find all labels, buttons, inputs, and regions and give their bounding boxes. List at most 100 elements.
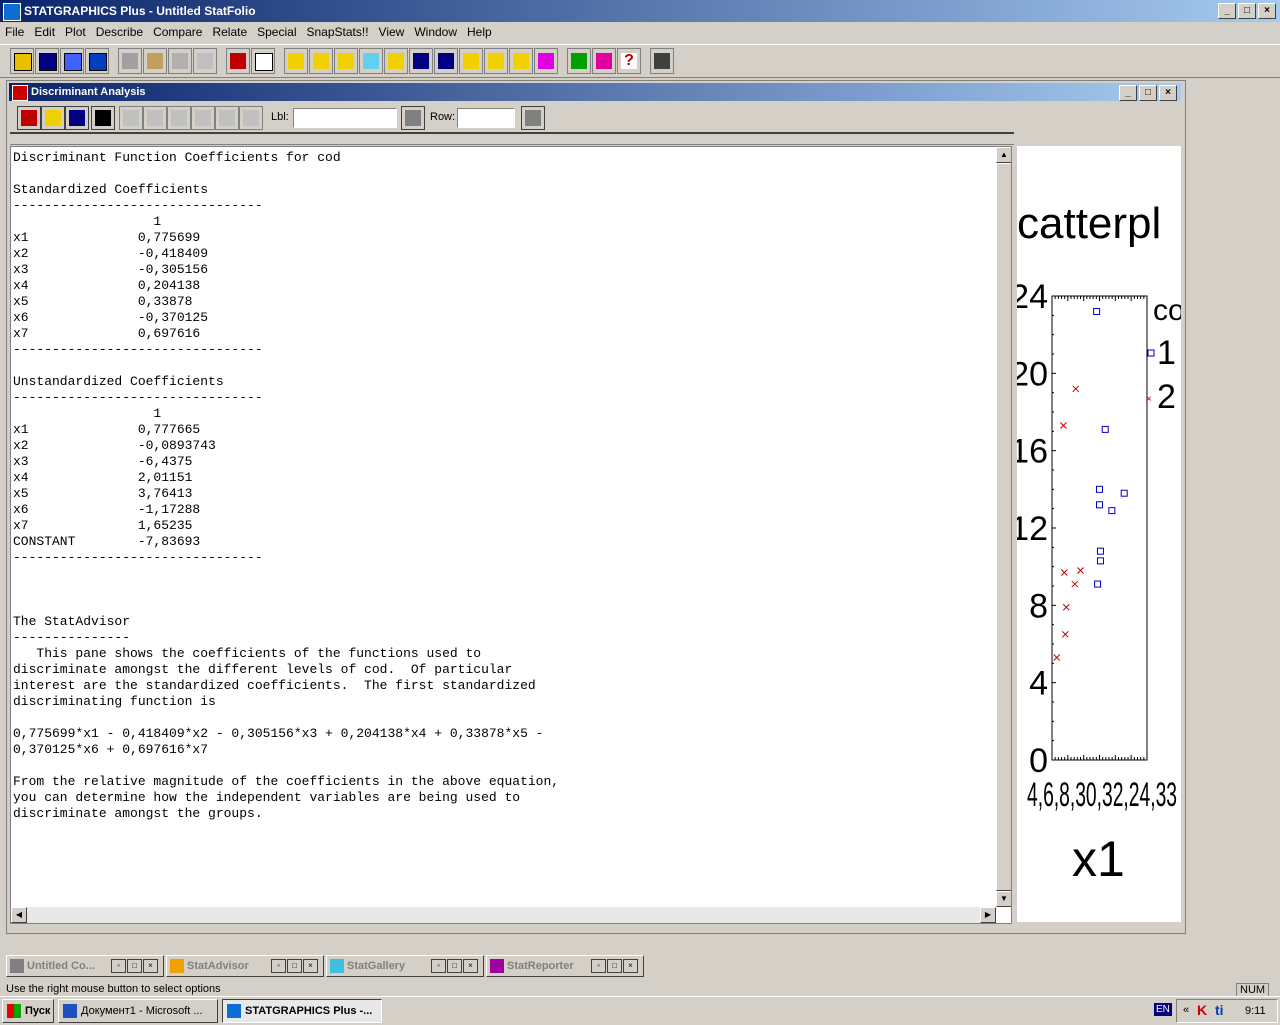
menu-file[interactable]: File: [0, 22, 29, 42]
close-icon[interactable]: ×: [303, 959, 318, 973]
menu-snapstats[interactable]: SnapStats!!: [301, 22, 373, 42]
xplot-button[interactable]: [359, 48, 383, 74]
identify-button[interactable]: [215, 106, 239, 130]
pane-splitter[interactable]: [10, 132, 1014, 145]
horizontal-scrollbar[interactable]: ◀ ▶: [11, 907, 996, 923]
child-minimize-button[interactable]: _: [1119, 85, 1137, 101]
maximize-icon[interactable]: □: [287, 959, 302, 973]
save-data-button[interactable]: [85, 48, 109, 74]
restore-icon[interactable]: ▫: [111, 959, 126, 973]
app-title: STATGRAPHICS Plus - Untitled StatFolio: [24, 4, 256, 18]
output-line: x1 0,775699: [13, 230, 201, 245]
graph-pane[interactable]: catterpl 0 4 8 12 16 20 24 co 1 × 2 4,6,8,30,3…: [1017, 146, 1181, 922]
draw-line-button[interactable]: [239, 106, 263, 130]
matrix-plot-button[interactable]: [384, 48, 408, 74]
glm-button[interactable]: [534, 48, 558, 74]
mdi-statadvisor[interactable]: StatAdvisor ▫ □ ×: [166, 955, 324, 977]
open-button[interactable]: [10, 48, 34, 74]
mdi-untitled-comments[interactable]: Untitled Co... ▫ □ ×: [6, 955, 164, 977]
mdi-statgallery[interactable]: StatGallery ▫ □ ×: [326, 955, 484, 977]
y-tick-label: 24: [1017, 278, 1048, 316]
input-dialog-button[interactable]: [17, 106, 41, 130]
scroll-up-arrow-icon[interactable]: ▲: [996, 147, 1011, 163]
task-word-document[interactable]: Документ1 - Microsoft ...: [58, 999, 218, 1023]
restore-icon[interactable]: ▫: [431, 959, 446, 973]
output-line: discriminating function is: [13, 694, 216, 709]
mdi-statreporter[interactable]: StatReporter ▫ □ ×: [486, 955, 644, 977]
row-search-button[interactable]: [521, 106, 545, 130]
paste-button[interactable]: [168, 48, 192, 74]
data-point-group1: [1096, 547, 1104, 555]
barchart-button[interactable]: [334, 48, 358, 74]
menu-describe[interactable]: Describe: [91, 22, 148, 42]
print-preview-button[interactable]: [251, 48, 275, 74]
child-maximize-button[interactable]: □: [1139, 85, 1157, 101]
menu-special[interactable]: Special: [252, 22, 301, 42]
exclude-button[interactable]: [167, 106, 191, 130]
close-button[interactable]: ×: [1258, 3, 1276, 19]
menu-plot[interactable]: Plot: [60, 22, 91, 42]
timeseries-button[interactable]: [409, 48, 433, 74]
scroll-left-arrow-icon[interactable]: ◀: [11, 907, 27, 923]
menu-compare[interactable]: Compare: [148, 22, 207, 42]
menu-help[interactable]: Help: [462, 22, 497, 42]
kaspersky-icon[interactable]: K: [1197, 1002, 1209, 1018]
menu-view[interactable]: View: [374, 22, 410, 42]
label-input[interactable]: [293, 108, 397, 128]
tabular-options-button[interactable]: [41, 106, 65, 130]
scroll-down-arrow-icon[interactable]: ▼: [996, 891, 1011, 907]
data-point-group1: [1096, 557, 1104, 565]
mdi-controls: ▫ □ ×: [111, 959, 158, 973]
menu-relate[interactable]: Relate: [207, 22, 252, 42]
minimize-button[interactable]: _: [1218, 3, 1236, 19]
vertical-scrollbar[interactable]: ▲ ▼: [996, 147, 1011, 907]
restore-icon[interactable]: ▫: [271, 959, 286, 973]
output-text-pane[interactable]: Discriminant Function Coefficients for c…: [10, 146, 1012, 924]
print-button[interactable]: [226, 48, 250, 74]
start-button[interactable]: Пуск: [2, 999, 54, 1023]
regression-button[interactable]: [459, 48, 483, 74]
maximize-icon[interactable]: □: [127, 959, 142, 973]
analysis-window-icon[interactable]: [12, 85, 28, 101]
label-search-button[interactable]: [401, 106, 425, 130]
menu-edit[interactable]: Edit: [29, 22, 60, 42]
scroll-right-arrow-icon[interactable]: ▶: [980, 907, 996, 923]
save-button[interactable]: [35, 48, 59, 74]
datasheet-button[interactable]: [60, 48, 84, 74]
boxplot-button[interactable]: [309, 48, 333, 74]
brush-button[interactable]: [143, 106, 167, 130]
vertical-scroll-thumb[interactable]: [996, 163, 1011, 891]
cut-button[interactable]: [118, 48, 142, 74]
sphere-button[interactable]: [484, 48, 508, 74]
menu-window[interactable]: Window: [409, 22, 462, 42]
ti-tray-icon[interactable]: ti: [1215, 1002, 1224, 1018]
tree-button[interactable]: [509, 48, 533, 74]
help-button[interactable]: ?: [617, 48, 641, 74]
statadvisor-button[interactable]: [567, 48, 591, 74]
calculator-button[interactable]: [650, 48, 674, 74]
locate-button[interactable]: [191, 106, 215, 130]
task-statgraphics[interactable]: STATGRAPHICS Plus -...: [222, 999, 382, 1023]
maximize-icon[interactable]: □: [447, 959, 462, 973]
tray-arrow-icon[interactable]: «: [1183, 1004, 1189, 1016]
output-line: 0,775699*x1 - 0,418409*x2 - 0,305156*x3 …: [13, 726, 544, 741]
close-icon[interactable]: ×: [143, 959, 158, 973]
save-results-button[interactable]: [91, 106, 115, 130]
restore-icon[interactable]: ▫: [591, 959, 606, 973]
row-input[interactable]: [457, 108, 515, 128]
child-close-button[interactable]: ×: [1159, 85, 1177, 101]
close-icon[interactable]: ×: [463, 959, 478, 973]
language-indicator[interactable]: EN: [1154, 1003, 1172, 1016]
statgraphics-app-icon[interactable]: [3, 3, 21, 21]
undo-button[interactable]: [193, 48, 217, 74]
copy-button[interactable]: [143, 48, 167, 74]
maximize-icon[interactable]: □: [607, 959, 622, 973]
distribution-button[interactable]: [434, 48, 458, 74]
wizard-button[interactable]: [592, 48, 616, 74]
graphical-options-button[interactable]: [65, 106, 89, 130]
close-icon[interactable]: ×: [623, 959, 638, 973]
maximize-button[interactable]: □: [1238, 3, 1256, 19]
scatterplot-button[interactable]: [284, 48, 308, 74]
pane-options-button[interactable]: [119, 106, 143, 130]
output-line: x3 -0,305156: [13, 262, 209, 277]
